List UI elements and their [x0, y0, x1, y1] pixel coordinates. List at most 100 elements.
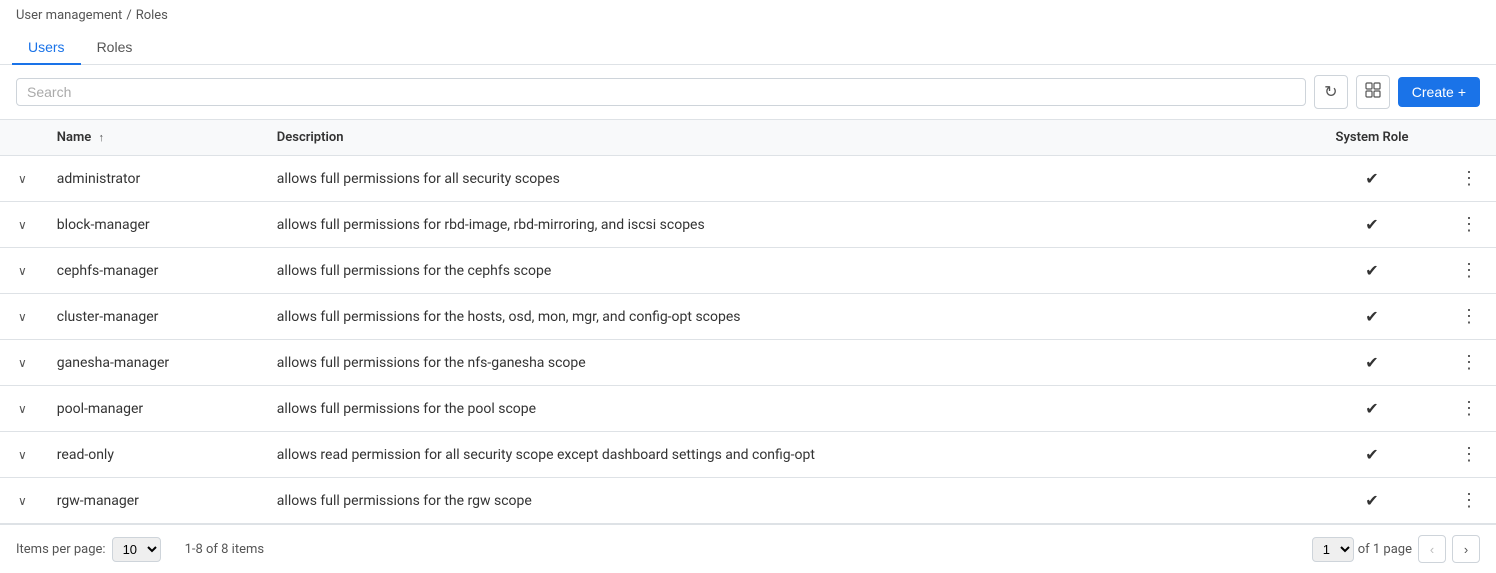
description-cell: allows full permissions for the hosts, o… [265, 294, 1302, 340]
pagination: 1 of 1 page ‹ › [1312, 535, 1480, 563]
check-icon: ✔ [1314, 307, 1430, 326]
actions-cell: ⋮ [1442, 432, 1496, 478]
tab-users[interactable]: Users [12, 31, 81, 65]
row-actions-button[interactable]: ⋮ [1454, 258, 1484, 283]
expand-button[interactable]: ∨ [12, 170, 33, 188]
row-actions-button[interactable]: ⋮ [1454, 350, 1484, 375]
name-cell: read-only [45, 432, 265, 478]
expand-button[interactable]: ∨ [12, 308, 33, 326]
breadcrumb-current: Roles [136, 8, 168, 23]
row-actions-button[interactable]: ⋮ [1454, 396, 1484, 421]
row-actions-button[interactable]: ⋮ [1454, 166, 1484, 191]
next-icon: › [1464, 542, 1468, 557]
system-role-cell: ✔ [1302, 432, 1442, 478]
actions-cell: ⋮ [1442, 478, 1496, 524]
expand-cell: ∨ [0, 386, 45, 432]
expand-button[interactable]: ∨ [12, 400, 33, 418]
expand-cell: ∨ [0, 156, 45, 202]
check-icon: ✔ [1314, 169, 1430, 188]
items-per-page: Items per page: 102550 [16, 537, 161, 562]
system-role-cell: ✔ [1302, 202, 1442, 248]
expand-button[interactable]: ∨ [12, 354, 33, 372]
description-cell: allows full permissions for the pool sco… [265, 386, 1302, 432]
description-cell: allows full permissions for the rgw scop… [265, 478, 1302, 524]
actions-cell: ⋮ [1442, 248, 1496, 294]
prev-icon: ‹ [1430, 542, 1434, 557]
roles-table: Name ↑ Description System Role ∨ adminis… [0, 120, 1496, 524]
page-of-label: of 1 page [1358, 542, 1412, 557]
system-role-cell: ✔ [1302, 386, 1442, 432]
description-cell: allows read permission for all security … [265, 432, 1302, 478]
check-icon: ✔ [1314, 353, 1430, 372]
actions-cell: ⋮ [1442, 386, 1496, 432]
expand-cell: ∨ [0, 340, 45, 386]
export-button[interactable] [1356, 75, 1390, 109]
table-row: ∨ cluster-manager allows full permission… [0, 294, 1496, 340]
expand-button[interactable]: ∨ [12, 216, 33, 234]
actions-cell: ⋮ [1442, 294, 1496, 340]
col-description-header: Description [265, 120, 1302, 156]
table-row: ∨ cephfs-manager allows full permissions… [0, 248, 1496, 294]
sort-icon: ↑ [99, 131, 105, 144]
system-role-cell: ✔ [1302, 248, 1442, 294]
create-button[interactable]: Create + [1398, 77, 1480, 107]
refresh-icon: ↻ [1324, 82, 1337, 102]
row-actions-button[interactable]: ⋮ [1454, 304, 1484, 329]
page-select: 1 of 1 page [1312, 537, 1412, 562]
name-cell: pool-manager [45, 386, 265, 432]
system-role-cell: ✔ [1302, 478, 1442, 524]
name-cell: rgw-manager [45, 478, 265, 524]
expand-cell: ∨ [0, 478, 45, 524]
name-cell: block-manager [45, 202, 265, 248]
toolbar-actions: ↻ Create + [1314, 75, 1480, 109]
tab-roles[interactable]: Roles [81, 31, 149, 65]
search-input[interactable] [27, 84, 1295, 100]
expand-cell: ∨ [0, 202, 45, 248]
col-name-header[interactable]: Name ↑ [45, 120, 265, 156]
table-row: ∨ rgw-manager allows full permissions fo… [0, 478, 1496, 524]
expand-cell: ∨ [0, 248, 45, 294]
table-header-row: Name ↑ Description System Role [0, 120, 1496, 156]
check-icon: ✔ [1314, 261, 1430, 280]
page-number-select[interactable]: 1 [1312, 537, 1354, 562]
system-role-cell: ✔ [1302, 340, 1442, 386]
row-actions-button[interactable]: ⋮ [1454, 488, 1484, 513]
check-icon: ✔ [1314, 491, 1430, 510]
col-actions-header [1442, 120, 1496, 156]
next-page-button[interactable]: › [1452, 535, 1480, 563]
table-container: Name ↑ Description System Role ∨ adminis… [0, 120, 1496, 524]
items-per-page-select[interactable]: 102550 [112, 537, 161, 562]
check-icon: ✔ [1314, 445, 1430, 464]
col-system-role-label: System Role [1336, 130, 1409, 145]
expand-button[interactable]: ∨ [12, 446, 33, 464]
col-system-role-header: System Role [1302, 120, 1442, 156]
breadcrumb: User management / Roles [0, 0, 1496, 31]
table-row: ∨ administrator allows full permissions … [0, 156, 1496, 202]
table-row: ∨ pool-manager allows full permissions f… [0, 386, 1496, 432]
actions-cell: ⋮ [1442, 156, 1496, 202]
description-cell: allows full permissions for the nfs-gane… [265, 340, 1302, 386]
row-actions-button[interactable]: ⋮ [1454, 442, 1484, 467]
actions-cell: ⋮ [1442, 202, 1496, 248]
description-cell: allows full permissions for rbd-image, r… [265, 202, 1302, 248]
actions-cell: ⋮ [1442, 340, 1496, 386]
row-actions-button[interactable]: ⋮ [1454, 212, 1484, 237]
name-cell: ganesha-manager [45, 340, 265, 386]
items-count: 1-8 of 8 items [185, 542, 265, 557]
name-cell: cephfs-manager [45, 248, 265, 294]
table-row: ∨ ganesha-manager allows full permission… [0, 340, 1496, 386]
footer: Items per page: 102550 1-8 of 8 items 1 … [0, 524, 1496, 573]
check-icon: ✔ [1314, 215, 1430, 234]
refresh-button[interactable]: ↻ [1314, 75, 1348, 109]
name-cell: cluster-manager [45, 294, 265, 340]
prev-page-button[interactable]: ‹ [1418, 535, 1446, 563]
expand-cell: ∨ [0, 432, 45, 478]
expand-button[interactable]: ∨ [12, 492, 33, 510]
export-icon [1365, 82, 1381, 103]
system-role-cell: ✔ [1302, 294, 1442, 340]
expand-cell: ∨ [0, 294, 45, 340]
tabs-container: UsersRoles [0, 31, 1496, 65]
col-name-label: Name [57, 130, 91, 145]
expand-button[interactable]: ∨ [12, 262, 33, 280]
items-per-page-label: Items per page: [16, 542, 106, 557]
